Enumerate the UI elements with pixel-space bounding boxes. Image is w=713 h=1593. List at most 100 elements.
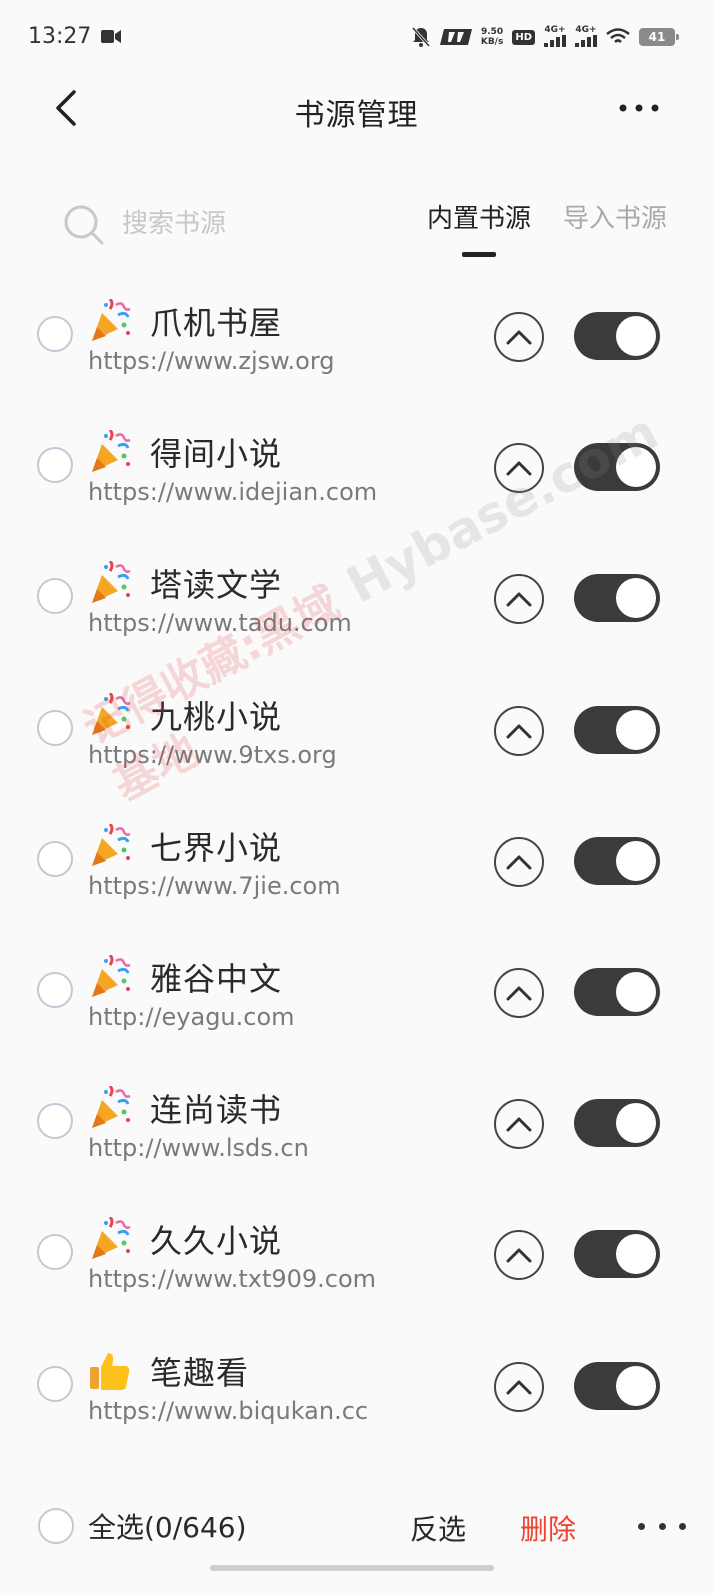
bell-off-icon [411,27,430,47]
tab-imported-sources[interactable]: 导入书源 [563,198,667,253]
source-enable-toggle[interactable] [574,705,660,754]
source-enable-toggle[interactable] [574,1361,660,1410]
wifi-icon [606,28,630,43]
party-popper-icon [92,1086,131,1129]
delete-button[interactable]: 删除 [520,1508,576,1548]
source-select-radio[interactable] [37,1103,73,1140]
source-name: 得间小说 [150,435,283,474]
source-title: 塔读文学 [88,560,282,606]
chevron-up-icon [506,1380,532,1394]
search-bar[interactable] [62,200,322,248]
source-enable-toggle[interactable] [574,312,660,360]
move-to-top-button[interactable] [494,312,544,362]
source-select-radio[interactable] [37,971,73,1008]
source-enable-toggle[interactable] [574,836,660,885]
more-options-button[interactable] [617,96,661,120]
chevron-up-icon [506,1117,532,1132]
chevron-up-icon [506,724,532,739]
speed-tag-icon [439,29,472,45]
toggle-knob [616,316,656,356]
source-list: 爪机书屋 https://www.zjsw.org 得间小说 https://www.… [0,270,713,1451]
source-url: https://www.biqukan.cc [88,1396,369,1425]
party-popper-icon [92,561,131,604]
source-row[interactable]: 九桃小说 https://www.9txs.org [0,664,713,795]
source-enable-toggle[interactable] [574,1099,660,1148]
source-name: 塔读文学 [150,566,283,605]
source-select-radio[interactable] [37,709,73,746]
search-input[interactable] [122,209,322,239]
source-select-radio[interactable] [37,578,73,615]
source-title: 连尚读书 [88,1085,282,1131]
source-title: 爪机书屋 [88,298,282,344]
home-indicator [210,1565,494,1571]
chevron-up-icon [506,330,532,345]
move-to-top-button[interactable] [494,574,544,625]
signal-1: 4G+ [544,25,566,50]
source-row[interactable]: 久久小说 https://www.txt909.com [0,1188,713,1319]
invert-selection-button[interactable]: 反选 [410,1508,466,1548]
source-name: 连尚读书 [150,1091,283,1130]
party-popper-icon [92,954,131,997]
battery-indicator: 41 [639,28,679,46]
source-row[interactable]: 连尚读书 http://www.lsds.cn [0,1057,713,1188]
source-enable-toggle[interactable] [574,1230,660,1279]
toggle-knob [616,971,656,1012]
signal-2: 4G+ [575,25,597,50]
source-enable-toggle[interactable] [574,443,660,492]
move-to-top-button[interactable] [494,1099,544,1150]
move-to-top-button[interactable] [494,836,544,887]
source-name: 久久小说 [150,1222,283,1261]
chevron-up-icon [506,461,532,476]
source-row[interactable]: 得间小说 https://www.idejian.com [0,401,713,532]
toggle-knob [616,840,656,881]
top-app-bar: 书源管理 [0,76,713,140]
source-row[interactable]: 爪机书屋 https://www.zjsw.org [0,270,713,401]
source-select-radio[interactable] [37,1365,73,1402]
signal-bars-icon [575,34,597,47]
party-popper-icon [92,430,131,473]
source-title: 七界小说 [88,823,282,869]
chevron-up-icon [506,592,532,607]
move-to-top-button[interactable] [494,1361,544,1412]
source-enable-toggle[interactable] [574,574,660,623]
page-title: 书源管理 [294,98,419,133]
chevron-up-icon [506,1248,532,1263]
source-url: https://www.txt909.com [88,1265,377,1294]
source-name: 笔趣看 [150,1353,250,1392]
move-to-top-button[interactable] [494,967,544,1018]
search-icon [64,205,104,245]
source-row[interactable]: 塔读文学 https://www.tadu.com [0,532,713,663]
source-name: 七界小说 [150,828,283,867]
source-row[interactable]: 七界小说 https://www.7jie.com [0,795,713,926]
select-all-radio[interactable] [38,1508,74,1544]
toggle-knob [616,1365,656,1406]
source-select-radio[interactable] [37,1234,73,1271]
source-url: https://www.7jie.com [88,871,341,900]
source-select-radio[interactable] [37,840,73,877]
toggle-knob [616,447,656,488]
source-select-radio[interactable] [37,447,73,484]
move-to-top-button[interactable] [494,705,544,756]
select-all-toggle[interactable]: 全选(0/646) [38,1506,247,1546]
source-url: https://www.zjsw.org [88,347,335,375]
source-name: 九桃小说 [150,697,283,736]
move-to-top-button[interactable] [494,443,544,494]
source-url: https://www.idejian.com [88,478,378,507]
source-row[interactable]: 笔趣看 https://www.biqukan.cc [0,1320,713,1451]
source-title: 久久小说 [88,1216,282,1262]
move-to-top-button[interactable] [494,1230,544,1281]
party-popper-icon [92,692,131,735]
bottom-more-button[interactable] [638,1520,686,1532]
source-url: http://eyagu.com [88,1002,295,1031]
tab-builtin-sources[interactable]: 内置书源 [427,198,531,253]
source-url: https://www.9txs.org [88,740,337,769]
source-tabs: 内置书源 导入书源 [427,198,667,253]
source-row[interactable]: 雅谷中文 http://eyagu.com [0,926,713,1057]
toggle-knob [616,1234,656,1275]
more-dot [679,1522,686,1530]
source-select-radio[interactable] [37,316,73,352]
toggle-knob [616,1103,656,1144]
source-enable-toggle[interactable] [574,967,660,1016]
hd-badge: HD [512,29,535,45]
source-title: 得间小说 [88,429,282,475]
